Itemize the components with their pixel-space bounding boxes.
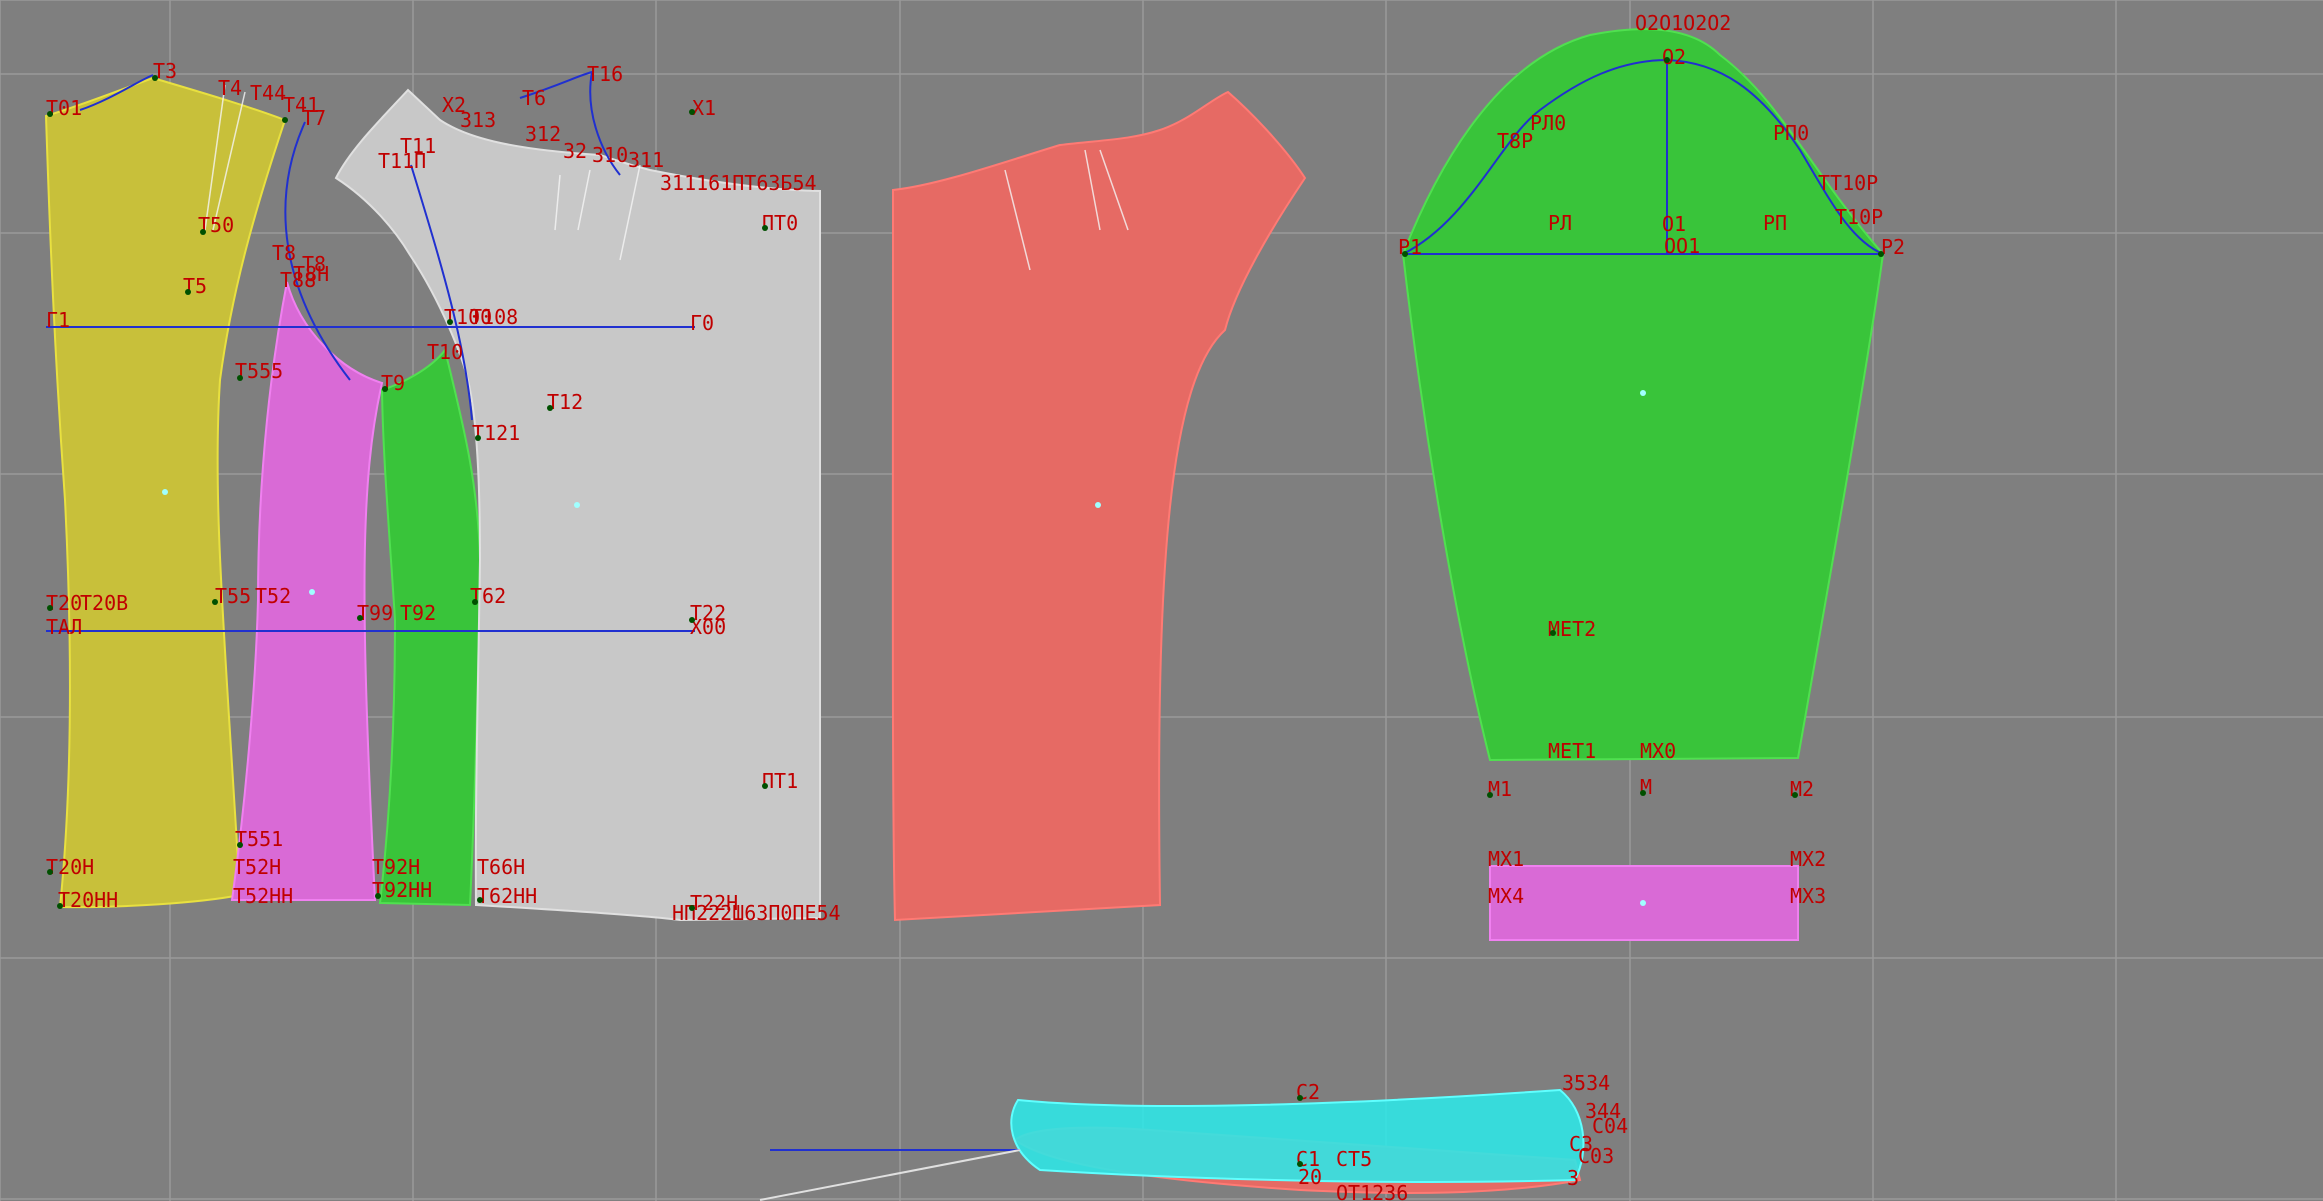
pattern-piece-side-front[interactable] <box>378 347 482 907</box>
label-c04: C04 <box>1592 1114 1628 1138</box>
label-oo1: OO1 <box>1664 234 1700 258</box>
label-mx1: MX1 <box>1488 847 1524 871</box>
label-t10r: T10P <box>1835 205 1883 229</box>
label-312: 312 <box>525 122 561 146</box>
label-t551: T551 <box>235 827 283 851</box>
label-t20: T20 <box>46 591 82 615</box>
label-t20b: T20B <box>80 591 128 615</box>
label-t6: T6 <box>522 86 546 110</box>
label-bottom-row: НП222Ш63П0ПЕ54 <box>672 901 841 925</box>
label-rl: РЛ <box>1548 211 1572 235</box>
label-20: 20 <box>1298 1165 1322 1189</box>
label-o2010202: O2O1O2O2 <box>1635 11 1731 35</box>
label-pt0: ПТ0 <box>762 211 798 235</box>
label-mx0: MX0 <box>1640 739 1676 763</box>
label-x00: X00 <box>690 615 726 639</box>
label-t66n: T66H <box>477 855 525 879</box>
label-top-row: 311161ПТ63Б54 <box>660 171 817 195</box>
label-c3: C3 <box>1569 1132 1593 1156</box>
label-g1: Г1 <box>46 308 70 332</box>
label-rp0: РП0 <box>1773 121 1809 145</box>
label-o1: O1 <box>1662 212 1686 236</box>
label-x1: X1 <box>692 96 716 120</box>
label-rl0: РЛ0 <box>1530 111 1566 135</box>
label-311: 311 <box>628 148 664 172</box>
label-t92: T92 <box>400 601 436 625</box>
label-t92n: T92H <box>372 855 420 879</box>
label-t20nn: T20HH <box>58 888 118 912</box>
label-t121: T121 <box>472 421 520 445</box>
label-t12: T12 <box>547 390 583 414</box>
label-mx2: MX2 <box>1790 847 1826 871</box>
label-3534: 3534 <box>1562 1071 1610 1095</box>
label-met1: MET1 <box>1548 739 1596 763</box>
label-t108: T108 <box>470 305 518 329</box>
label-t99: T99 <box>357 601 393 625</box>
label-mx3: MX3 <box>1790 884 1826 908</box>
label-mx4: MX4 <box>1488 884 1524 908</box>
label-t92nn: T92HH <box>372 878 432 902</box>
label-tt10r: TT10P <box>1818 171 1878 195</box>
label-tal: TAЛ <box>46 615 82 639</box>
label-t52nn: T52HH <box>233 884 293 908</box>
reference-line <box>759 1149 1021 1201</box>
label-o2: O2 <box>1662 45 1686 69</box>
label-ct5: CT5 <box>1336 1147 1372 1171</box>
label-ot1236: OT1236 <box>1336 1181 1408 1201</box>
label-r1: P1 <box>1398 235 1422 259</box>
label-g0: Г0 <box>690 311 714 335</box>
label-t44: T44 <box>250 81 286 105</box>
label-t16: T16 <box>587 62 623 86</box>
label-313: 313 <box>460 108 496 132</box>
workspace-canvas[interactable]: T01 T3 T4 T44 T41 T7 T50 T5 T8 T8 T8H T8… <box>0 0 2323 1201</box>
label-t11: T11 <box>400 134 436 158</box>
label-t7: T7 <box>302 106 326 130</box>
label-t62nn: T62HH <box>477 884 537 908</box>
label-t10: T10 <box>427 340 463 364</box>
label-t55: T55 <box>215 584 251 608</box>
label-met2: MET2 <box>1548 617 1596 641</box>
label-r2: P2 <box>1881 235 1905 259</box>
label-t20n: T20H <box>46 855 94 879</box>
label-pt1: ПТ1 <box>762 769 798 793</box>
label-t52: T52 <box>255 584 291 608</box>
label-rp: РП <box>1763 211 1787 235</box>
label-t8r: T8P <box>1497 129 1533 153</box>
label-t4: T4 <box>218 76 242 100</box>
label-t88: T88 <box>280 268 316 292</box>
label-310: 310 <box>592 143 628 167</box>
label-3: 3 <box>1567 1166 1579 1190</box>
label-t52n: T52H <box>233 855 281 879</box>
label-32: 32 <box>563 139 587 163</box>
